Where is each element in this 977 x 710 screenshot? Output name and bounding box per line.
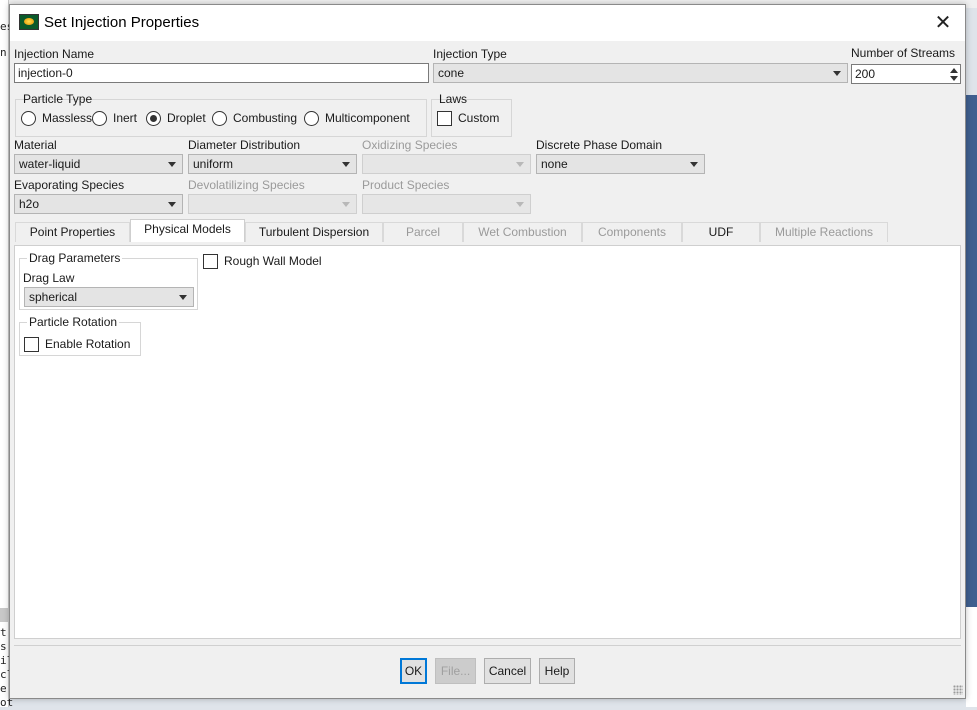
radio-inert[interactable]: Inert	[92, 109, 137, 127]
checkbox-label: Custom	[458, 111, 500, 125]
background-text-fragment: t	[0, 626, 7, 639]
devolatilizing-species-label: Devolatilizing Species	[188, 178, 305, 192]
tab-point-properties[interactable]: Point Properties	[15, 222, 130, 242]
checkbox-icon	[437, 110, 452, 126]
diameter-distribution-value: uniform	[193, 157, 234, 171]
radio-label: Inert	[113, 111, 138, 125]
radio-circle-icon	[212, 110, 227, 126]
discrete-phase-domain-value: none	[541, 157, 568, 171]
dialog-title: Set Injection Properties	[44, 14, 200, 31]
radio-label: Massless	[42, 111, 93, 125]
enable-rotation-checkbox[interactable]: Enable Rotation	[24, 335, 130, 353]
injection-type-dropdown[interactable]: cone	[433, 63, 848, 83]
diameter-distribution-label: Diameter Distribution	[188, 138, 301, 152]
drag-parameters-label: Drag Parameters	[27, 251, 123, 265]
tab-multiple-reactions[interactable]: Multiple Reactions	[760, 222, 888, 242]
particle-type-label: Particle Type	[23, 92, 93, 106]
close-button[interactable]: ✕	[930, 11, 956, 35]
radio-circle-icon	[304, 110, 319, 126]
material-value: water-liquid	[19, 157, 81, 171]
spin-down-icon[interactable]	[950, 76, 958, 81]
physical-models-panel: Drag Parameters Drag Law spherical Rough…	[14, 245, 961, 639]
tab-turbulent-dispersion[interactable]: Turbulent Dispersion	[245, 222, 383, 242]
chevron-down-icon	[168, 202, 176, 207]
particle-rotation-label: Particle Rotation	[27, 315, 120, 329]
checkbox-icon	[24, 336, 39, 352]
number-of-streams-spinner[interactable]: 200	[851, 64, 961, 84]
injection-name-label: Injection Name	[14, 47, 95, 61]
laws-label: Laws	[439, 92, 468, 106]
file-button[interactable]: File...	[435, 658, 476, 684]
chevron-down-icon	[168, 162, 176, 167]
drag-law-dropdown[interactable]: spherical	[24, 287, 194, 307]
injection-type-value: cone	[438, 66, 465, 80]
radio-circle-icon	[21, 110, 36, 126]
product-species-label: Product Species	[362, 178, 450, 192]
drag-law-value: spherical	[29, 290, 78, 304]
oxidizing-species-label: Oxidizing Species	[362, 138, 458, 152]
cancel-button[interactable]: Cancel	[484, 658, 531, 684]
chevron-down-icon	[690, 162, 698, 167]
chevron-down-icon	[342, 202, 350, 207]
material-label: Material	[14, 138, 57, 152]
radio-label: Droplet	[167, 111, 206, 125]
title-bar[interactable]: Set Injection Properties ✕	[10, 5, 965, 41]
spin-up-icon[interactable]	[950, 68, 958, 73]
tab-wet-combustion[interactable]: Wet Combustion	[463, 222, 582, 242]
material-dropdown[interactable]: water-liquid	[14, 154, 183, 174]
radio-massless[interactable]: Massless	[21, 109, 92, 127]
background-text-fragment: s	[0, 640, 7, 653]
tab-udf[interactable]: UDF	[682, 222, 760, 242]
radio-droplet[interactable]: Droplet	[146, 109, 206, 127]
evaporating-species-label: Evaporating Species	[14, 178, 125, 192]
radio-circle-icon	[92, 110, 107, 126]
chevron-down-icon	[516, 162, 524, 167]
injection-name-input[interactable]: injection-0	[14, 63, 429, 83]
radio-multicomponent[interactable]: Multicomponent	[304, 109, 410, 127]
background-text-fragment: n	[0, 46, 7, 59]
number-of-streams-label: Number of Streams	[851, 46, 956, 60]
tab-components[interactable]: Components	[582, 222, 682, 242]
background-text-fragment: e	[0, 682, 7, 695]
background-console-edge	[0, 0, 9, 707]
set-injection-properties-dialog: Set Injection Properties ✕ Injection Nam…	[9, 4, 966, 699]
radio-combusting[interactable]: Combusting	[212, 109, 297, 127]
tab-physical-models[interactable]: Physical Models	[130, 219, 245, 242]
custom-laws-checkbox[interactable]: Custom	[437, 109, 499, 127]
resize-grip-icon[interactable]	[953, 685, 963, 695]
evaporating-species-dropdown[interactable]: h2o	[14, 194, 183, 214]
checkbox-label: Rough Wall Model	[224, 254, 322, 268]
evaporating-species-value: h2o	[19, 197, 40, 211]
radio-label: Multicomponent	[325, 111, 410, 125]
app-icon	[19, 14, 39, 30]
devolatilizing-species-dropdown[interactable]	[188, 194, 357, 214]
rough-wall-model-checkbox[interactable]: Rough Wall Model	[203, 252, 322, 270]
chevron-down-icon	[833, 71, 841, 76]
oxidizing-species-dropdown[interactable]	[362, 154, 531, 174]
radio-selected-icon	[146, 110, 161, 126]
background-graphics-window	[966, 95, 977, 607]
background-console-area	[966, 607, 977, 707]
discrete-phase-domain-label: Discrete Phase Domain	[536, 138, 663, 152]
product-species-dropdown[interactable]	[362, 194, 531, 214]
ok-button[interactable]: OK	[400, 658, 427, 684]
diameter-distribution-dropdown[interactable]: uniform	[188, 154, 357, 174]
tab-parcel[interactable]: Parcel	[383, 222, 463, 242]
injection-type-label: Injection Type	[433, 47, 507, 61]
checkbox-icon	[203, 253, 218, 269]
chevron-down-icon	[516, 202, 524, 207]
discrete-phase-domain-dropdown[interactable]: none	[536, 154, 705, 174]
chevron-down-icon	[179, 295, 187, 300]
background-console-divider	[0, 608, 9, 622]
number-of-streams-value: 200	[855, 67, 876, 81]
button-bar-separator	[14, 645, 961, 646]
help-button[interactable]: Help	[539, 658, 575, 684]
chevron-down-icon	[342, 162, 350, 167]
radio-label: Combusting	[233, 111, 298, 125]
drag-law-label: Drag Law	[23, 271, 75, 285]
checkbox-label: Enable Rotation	[45, 337, 131, 351]
